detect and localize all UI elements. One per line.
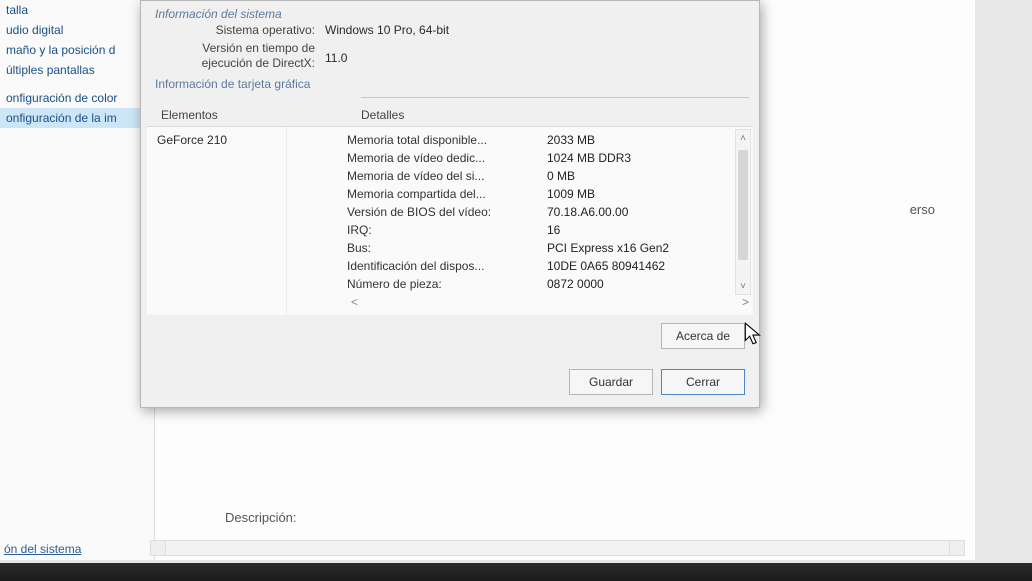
- scroll-left-icon[interactable]: <: [351, 295, 358, 309]
- about-button[interactable]: Acerca de: [661, 323, 745, 349]
- col-header-elements: Elementos: [161, 108, 301, 122]
- detail-key: Memoria de vídeo del si...: [347, 169, 547, 183]
- sidebar-item-config-color[interactable]: onfiguración de color: [0, 88, 154, 108]
- detail-key: Bus:: [347, 241, 547, 255]
- system-info-section-title: Información del sistema: [141, 1, 759, 21]
- directx-label: Versión en tiempo de ejecución de Direct…: [155, 41, 325, 71]
- col-header-details: Detalles: [301, 108, 739, 122]
- detail-key: Memoria compartida del...: [347, 187, 547, 201]
- os-value: Windows 10 Pro, 64-bit: [325, 23, 449, 37]
- sidebar-item-multiples[interactable]: últiples pantallas: [0, 60, 154, 80]
- detail-value: 1024 MB DDR3: [547, 151, 631, 165]
- detail-key: Identificación del dispos...: [347, 259, 547, 273]
- detail-value: 1009 MB: [547, 187, 595, 201]
- scroll-down-icon[interactable]: ˅: [736, 278, 750, 294]
- detail-value: PCI Express x16 Gen2: [547, 241, 669, 255]
- detail-value: 16: [547, 223, 560, 237]
- sidebar-item-pantalla[interactable]: talla: [0, 0, 154, 20]
- detail-key: Memoria total disponible...: [347, 133, 547, 147]
- detail-value: 0872 0000: [547, 277, 604, 291]
- gpu-element-item[interactable]: GeForce 210: [157, 133, 286, 147]
- sidebar-item-config-imagen[interactable]: onfiguración de la im: [0, 108, 154, 128]
- detail-key: IRQ:: [347, 223, 547, 237]
- scroll-up-icon[interactable]: ˄: [736, 130, 750, 146]
- divider: [361, 97, 749, 98]
- detail-key: Número de pieza:: [347, 277, 547, 291]
- detail-key: Versión de BIOS del vídeo:: [347, 205, 547, 219]
- detail-key: Memoria de vídeo dedic...: [347, 151, 547, 165]
- system-info-dialog: Información del sistema Sistema operativ…: [140, 0, 760, 408]
- details-vertical-scrollbar[interactable]: ˄ ˅: [735, 129, 751, 295]
- detail-value: 2033 MB: [547, 133, 595, 147]
- description-label: Descripción:: [225, 510, 297, 525]
- main-horizontal-scrollbar[interactable]: [150, 540, 965, 556]
- details-column: Memoria total disponible...2033 MB Memor…: [287, 127, 753, 315]
- os-label: Sistema operativo:: [155, 23, 325, 37]
- detail-value: 70.18.A6.00.00: [547, 205, 628, 219]
- detail-value: 10DE 0A65 80941462: [547, 259, 665, 273]
- close-button[interactable]: Cerrar: [661, 369, 745, 395]
- taskbar[interactable]: [0, 563, 1032, 581]
- detail-value: 0 MB: [547, 169, 575, 183]
- system-info-link[interactable]: ón del sistema: [4, 542, 81, 556]
- scrollbar-thumb[interactable]: [738, 150, 748, 260]
- sidebar-item-audio[interactable]: udio digital: [0, 20, 154, 40]
- sidebar: talla udio digital maño y la posición d …: [0, 0, 155, 560]
- directx-value: 11.0: [325, 41, 347, 65]
- scroll-right-icon[interactable]: >: [742, 295, 749, 309]
- sidebar-item-tamano[interactable]: maño y la posición d: [0, 40, 154, 60]
- save-button[interactable]: Guardar: [569, 369, 653, 395]
- graphics-card-section-title: Información de tarjeta gráfica: [141, 73, 759, 93]
- bg-label: erso: [910, 202, 935, 217]
